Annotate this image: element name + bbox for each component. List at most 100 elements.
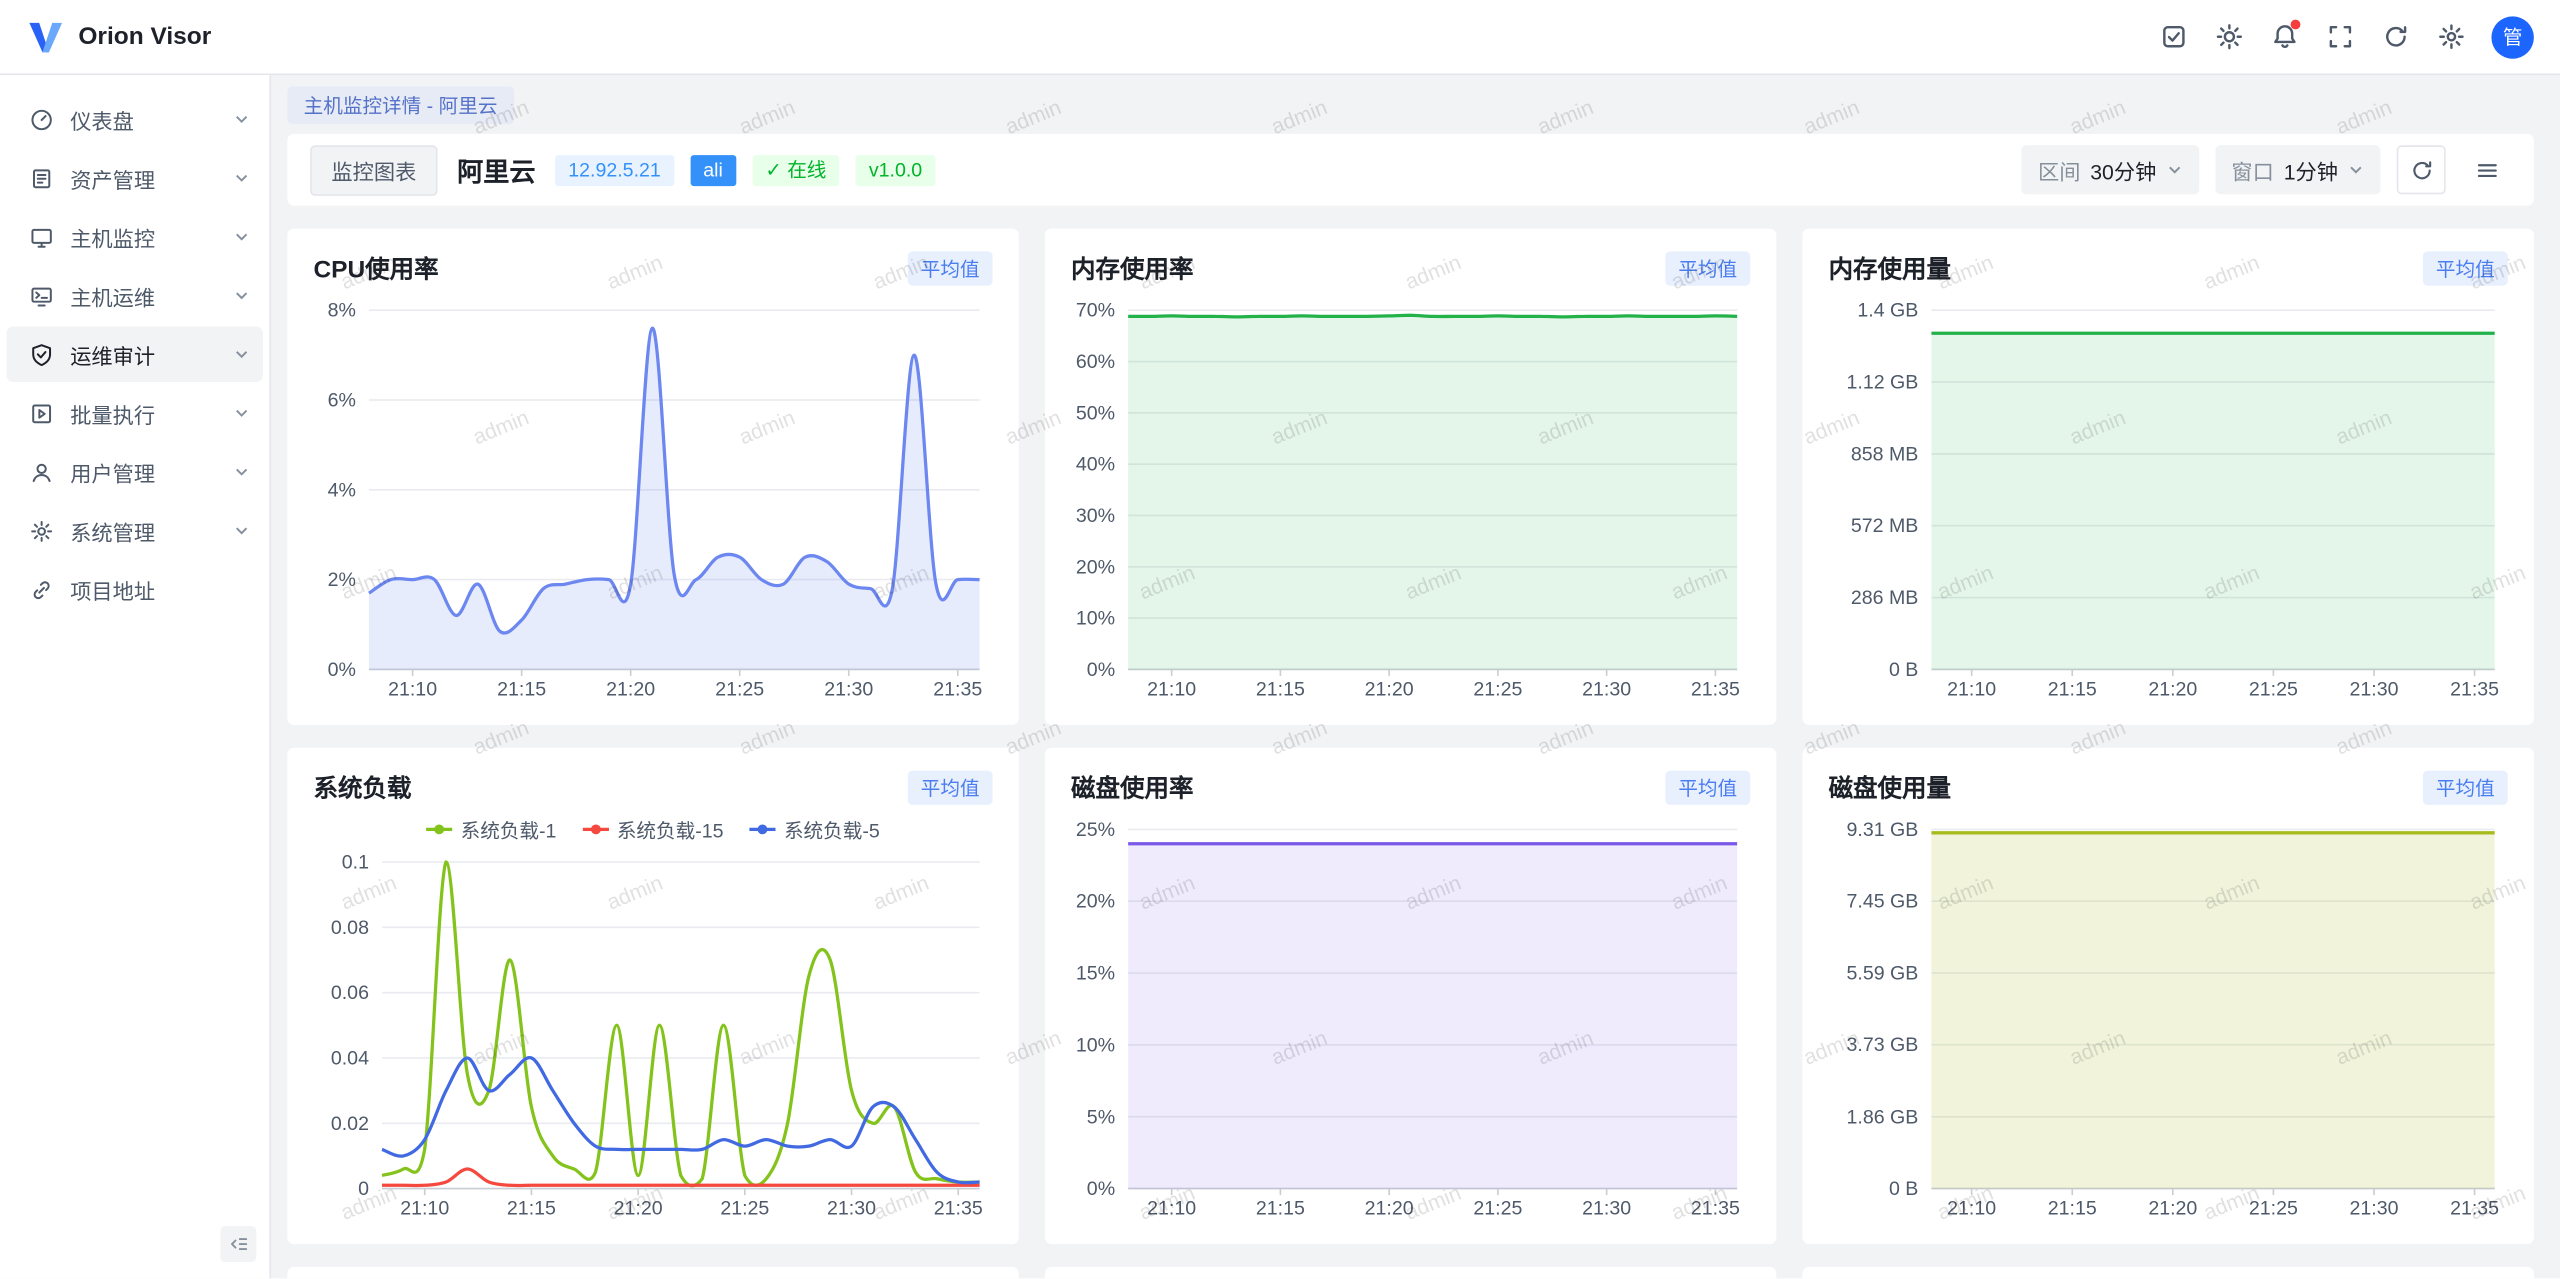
svg-text:21:20: 21:20 — [614, 1198, 663, 1220]
chart-list-button[interactable] — [2462, 145, 2511, 194]
window-select[interactable]: 窗口 1分钟 — [2215, 145, 2380, 194]
refresh-button[interactable] — [2371, 12, 2420, 61]
chevron-down-icon — [2166, 162, 2182, 178]
chart-canvas[interactable]: 0 B1.86 GB3.73 GB5.59 GB7.45 GB9.31 GB21… — [1829, 813, 2508, 1224]
svg-text:21:35: 21:35 — [1691, 1198, 1740, 1220]
legend-item[interactable]: 系统负载-5 — [750, 816, 880, 844]
chart-canvas[interactable]: 系统负载-1系统负载-15系统负载-500.020.040.060.080.12… — [313, 813, 992, 1224]
svg-text:4%: 4% — [328, 479, 356, 501]
svg-text:50%: 50% — [1076, 402, 1115, 424]
sidebar-item-host-monitor[interactable]: 主机监控 — [7, 209, 263, 265]
sidebar-item-project-link[interactable]: 项目地址 — [7, 562, 263, 618]
widget-check-button[interactable] — [2149, 12, 2198, 61]
chevron-down-icon — [233, 111, 249, 127]
settings-button[interactable] — [2426, 12, 2475, 61]
svg-text:21:25: 21:25 — [720, 1198, 769, 1220]
svg-text:0%: 0% — [1087, 1178, 1115, 1200]
average-badge[interactable]: 平均值 — [1665, 251, 1750, 285]
chart-card-partial — [1045, 1267, 1776, 1278]
app-root: Orion Visor — [0, 0, 2560, 1278]
chart-title: 磁盘使用率 — [1071, 770, 1193, 804]
chart-title: 内存使用率 — [1071, 251, 1193, 285]
svg-text:0.06: 0.06 — [331, 982, 369, 1004]
fullscreen-button[interactable] — [2315, 12, 2364, 61]
svg-text:21:35: 21:35 — [1691, 679, 1740, 701]
notifications-button[interactable] — [2260, 12, 2309, 61]
sidebar-item-system[interactable]: 系统管理 — [7, 503, 263, 559]
breadcrumb-tag[interactable]: 主机监控详情 - 阿里云 — [287, 86, 513, 124]
svg-text:21:30: 21:30 — [827, 1198, 876, 1220]
svg-text:21:20: 21:20 — [1365, 1198, 1414, 1220]
svg-text:5.59 GB: 5.59 GB — [1847, 962, 1919, 984]
svg-text:60%: 60% — [1076, 351, 1115, 373]
chart-card-disk-usage: 磁盘使用量 平均值 0 B1.86 GB3.73 GB5.59 GB7.45 G… — [1802, 748, 2533, 1244]
chart-card-memory-usage: 内存使用量 平均值 0 B286 MB572 MB858 MB1.12 GB1.… — [1802, 229, 2533, 725]
svg-text:40%: 40% — [1076, 454, 1115, 476]
agent-version-tag: v1.0.0 — [856, 154, 936, 185]
legend-marker-icon — [583, 828, 609, 831]
sidebar-item-label: 仪表盘 — [70, 104, 134, 135]
svg-text:21:35: 21:35 — [2450, 1198, 2499, 1220]
notification-badge-dot — [2291, 19, 2301, 29]
svg-text:6%: 6% — [328, 390, 356, 412]
window-select-value: 1分钟 — [2284, 154, 2338, 185]
svg-text:21:15: 21:15 — [1256, 679, 1305, 701]
average-badge[interactable]: 平均值 — [1665, 770, 1750, 804]
gear-icon — [2437, 23, 2465, 51]
range-select[interactable]: 区间 30分钟 — [2022, 145, 2199, 194]
svg-text:8%: 8% — [328, 300, 356, 322]
legend-item[interactable]: 系统负载-1 — [426, 816, 556, 844]
host-ip-tag: 12.92.5.21 — [555, 154, 674, 185]
sidebar-item-host-ops[interactable]: 主机运维 — [7, 268, 263, 324]
svg-text:21:25: 21:25 — [1473, 1198, 1522, 1220]
theme-button[interactable] — [2204, 12, 2253, 61]
sidebar-item-label: 主机运维 — [70, 280, 155, 311]
app-title: Orion Visor — [78, 23, 211, 51]
svg-text:70%: 70% — [1076, 300, 1115, 322]
average-badge[interactable]: 平均值 — [908, 770, 993, 804]
gear-icon — [29, 518, 53, 542]
svg-text:21:30: 21:30 — [1582, 679, 1631, 701]
chart-canvas[interactable]: 0%5%10%15%20%25%21:1021:1521:2021:2521:3… — [1071, 813, 1750, 1224]
chevron-down-icon — [233, 405, 249, 421]
document-list-icon — [29, 166, 53, 190]
fullscreen-icon — [2326, 23, 2354, 51]
host-status-tag: ✓ 在线 — [752, 154, 839, 185]
chart-canvas[interactable]: 0 B286 MB572 MB858 MB1.12 GB1.4 GB21:102… — [1829, 294, 2508, 705]
topbar-actions: 管 — [2149, 12, 2534, 61]
sidebar-item-batch-exec[interactable]: 批量执行 — [7, 385, 263, 441]
chevron-down-icon — [2348, 162, 2364, 178]
chart-canvas[interactable]: 0%2%4%6%8%21:1021:1521:2021:2521:3021:35 — [313, 294, 992, 705]
logo-icon — [26, 19, 65, 55]
sidebar-item-dashboard[interactable]: 仪表盘 — [7, 91, 263, 147]
sidebar-item-audit[interactable]: 运维审计 — [7, 327, 263, 383]
charts-refresh-button[interactable] — [2397, 145, 2446, 194]
avatar[interactable]: 管 — [2491, 16, 2533, 58]
monitor-icon — [29, 224, 53, 248]
sidebar-item-assets[interactable]: 资产管理 — [7, 150, 263, 206]
svg-text:5%: 5% — [1087, 1106, 1115, 1128]
chart-card-cpu: CPU使用率 平均值 0%2%4%6%8%21:1021:1521:2021:2… — [287, 229, 1018, 725]
svg-text:0: 0 — [358, 1178, 369, 1200]
average-badge[interactable]: 平均值 — [908, 251, 993, 285]
legend-marker-icon — [750, 828, 776, 831]
svg-text:21:10: 21:10 — [1147, 679, 1196, 701]
svg-text:0%: 0% — [1087, 659, 1115, 681]
svg-text:21:25: 21:25 — [715, 679, 764, 701]
sidebar-item-users[interactable]: 用户管理 — [7, 444, 263, 500]
svg-text:0.04: 0.04 — [331, 1047, 369, 1069]
monitor-chart-tab[interactable]: 监控图表 — [310, 144, 437, 195]
range-select-value: 30分钟 — [2090, 154, 2156, 185]
legend-item[interactable]: 系统负载-15 — [583, 816, 724, 844]
list-icon — [2474, 158, 2498, 182]
average-badge[interactable]: 平均值 — [2423, 251, 2508, 285]
svg-text:21:15: 21:15 — [497, 679, 546, 701]
average-badge[interactable]: 平均值 — [2423, 770, 2508, 804]
chart-canvas[interactable]: 0%10%20%30%40%50%60%70%21:1021:1521:2021… — [1071, 294, 1750, 705]
main-content: 主机监控详情 - 阿里云 监控图表 阿里云 12.92.5.21 ali ✓ 在… — [271, 75, 2560, 1278]
sidebar-item-label: 批量执行 — [70, 398, 155, 429]
sidebar-collapse-button[interactable] — [220, 1226, 256, 1262]
chart-card-partial — [287, 1267, 1018, 1278]
svg-text:21:35: 21:35 — [933, 679, 982, 701]
svg-text:21:20: 21:20 — [2148, 679, 2197, 701]
